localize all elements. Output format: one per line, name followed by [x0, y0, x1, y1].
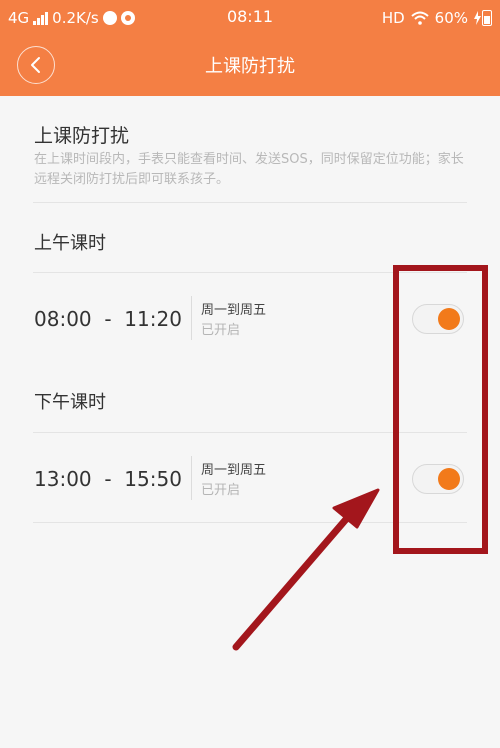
annotation-arrow-icon	[232, 488, 380, 651]
